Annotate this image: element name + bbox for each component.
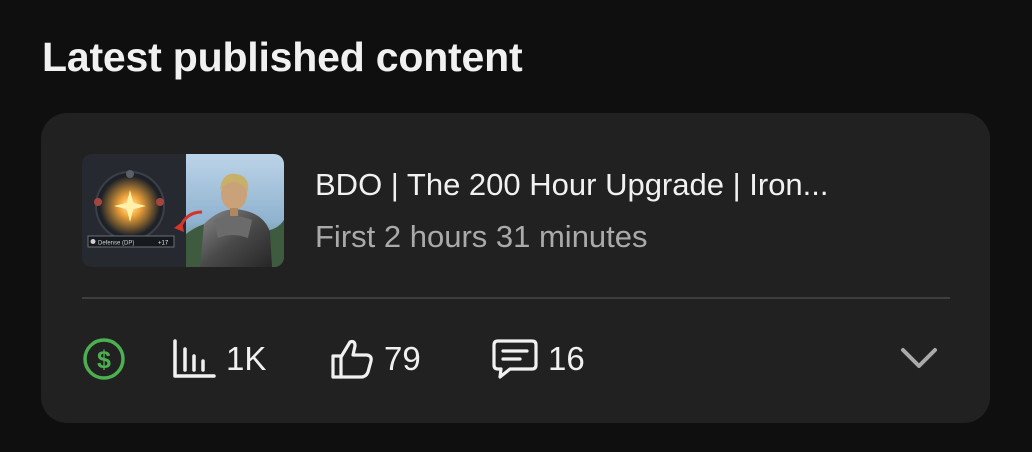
video-title[interactable]: BDO | The 200 Hour Upgrade | Iron... [315,167,829,203]
views-count: 1K [226,340,267,377]
thumbs-up-icon [330,338,374,380]
latest-content-card[interactable]: Defense (DP) +17 BDO | The 200 Hour Upgr… [41,113,990,423]
svg-text:$: $ [97,346,111,374]
chevron-down-icon [899,348,939,377]
comment-icon [492,338,538,380]
video-thumbnail[interactable]: Defense (DP) +17 [82,154,284,267]
thumbnail-value: +17 [158,241,169,247]
comments-stat[interactable]: 16 [492,337,585,381]
dollar-circle-icon: $ [82,337,126,381]
likes-count: 79 [384,340,421,377]
views-stat[interactable]: 1K [172,337,266,381]
video-subtitle: First 2 hours 31 minutes [315,219,648,254]
section-title: Latest published content [42,34,523,80]
comments-count: 16 [548,340,585,377]
divider [82,297,950,299]
monetization-status[interactable]: $ [82,337,126,381]
expand-chevron-button[interactable] [899,345,939,378]
thumbnail-caption: Defense (DP) [98,241,134,247]
bar-chart-icon [172,339,216,379]
likes-stat[interactable]: 79 [330,337,421,381]
